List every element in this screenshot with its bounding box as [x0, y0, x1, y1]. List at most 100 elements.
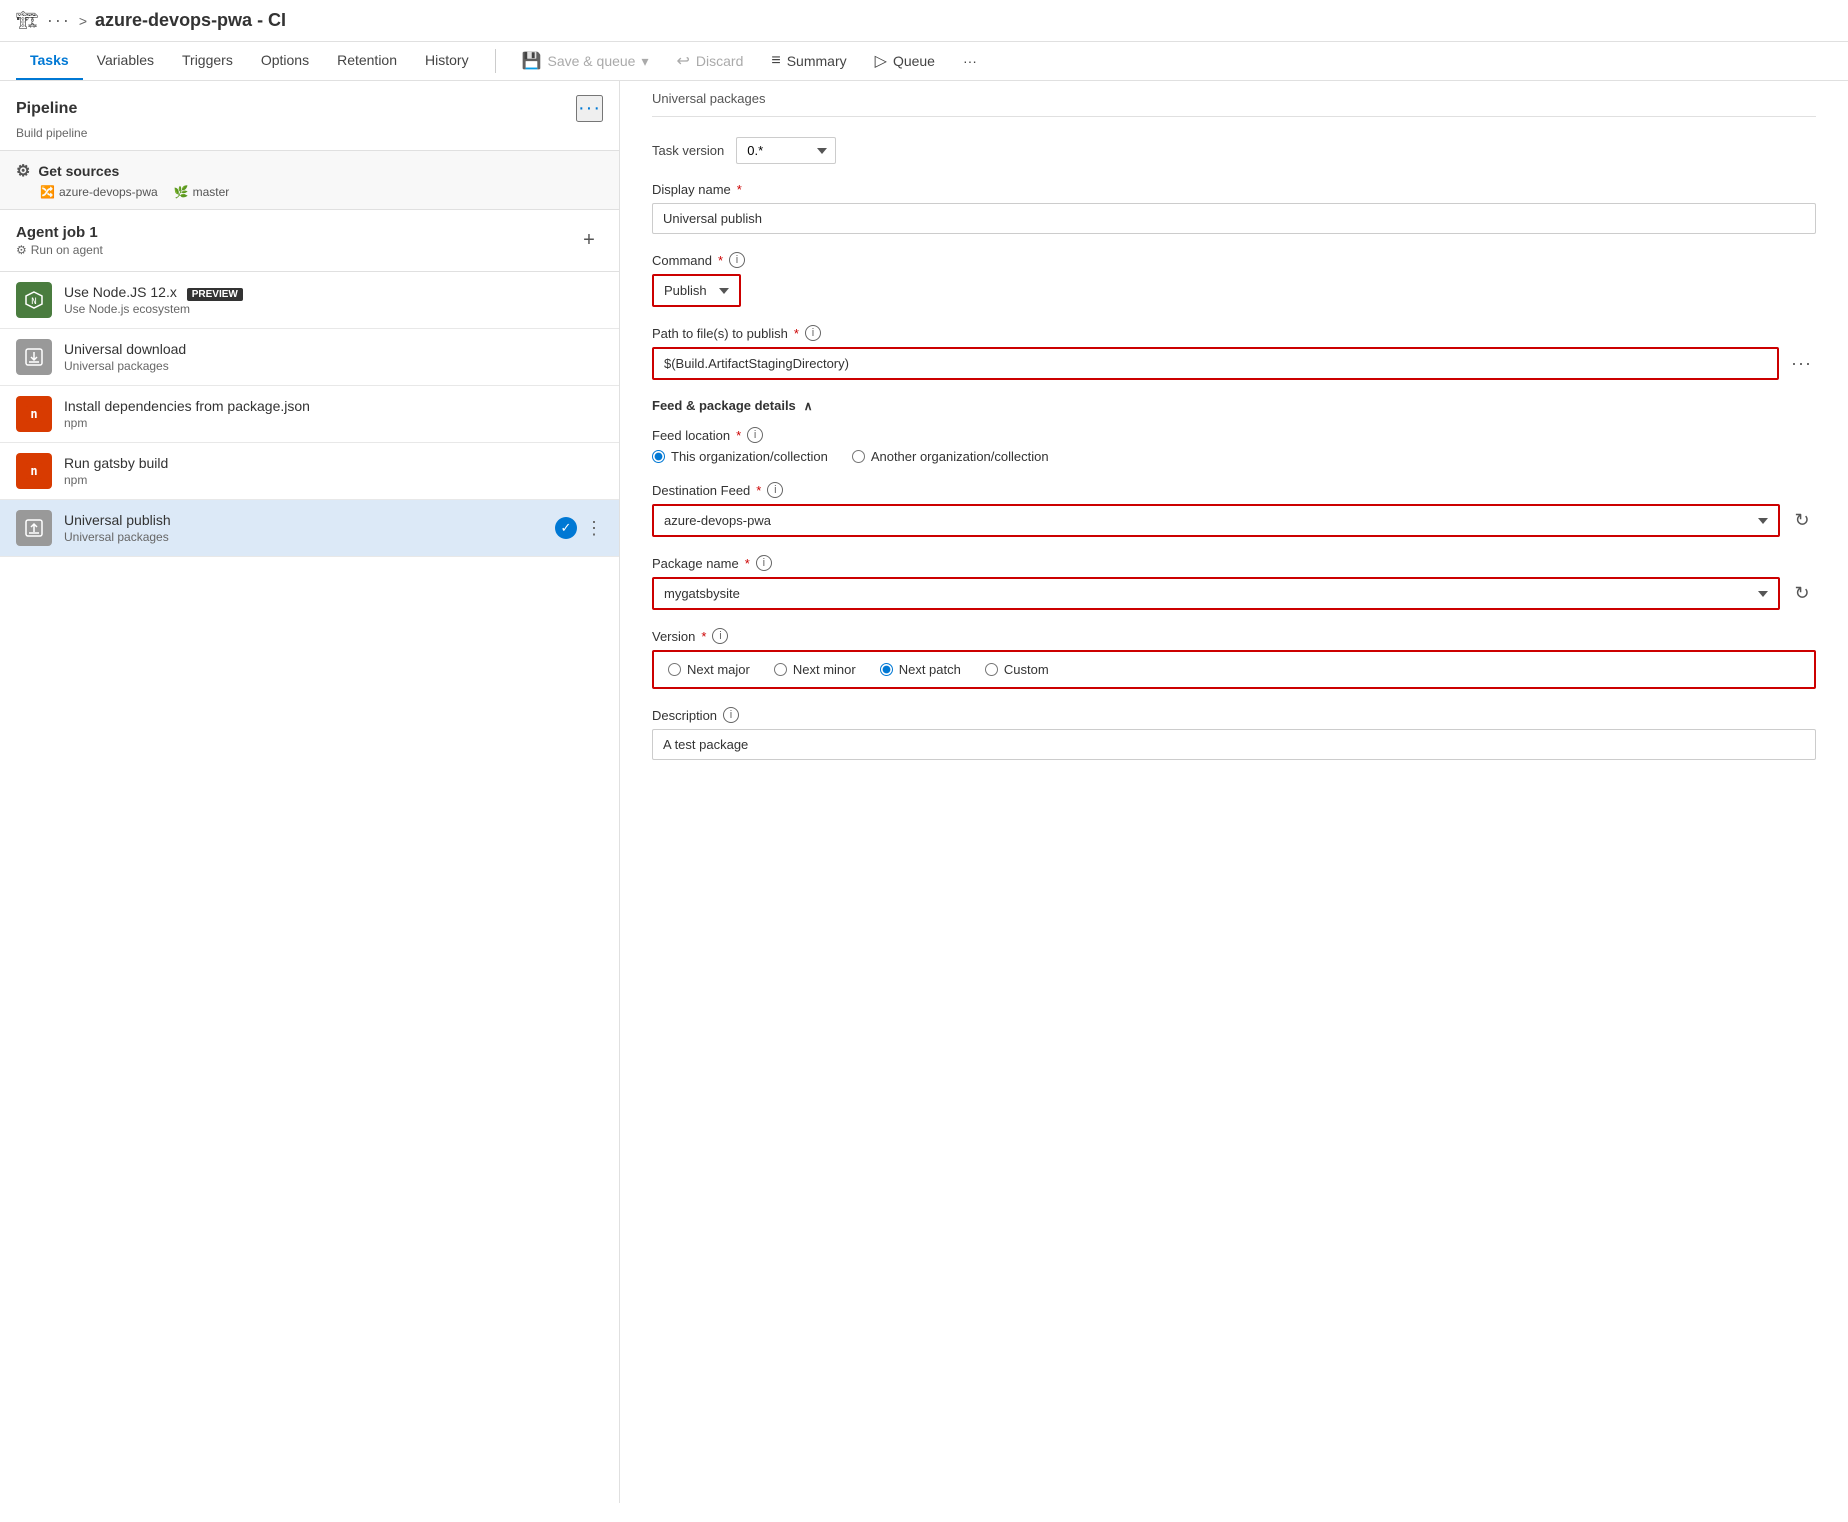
task-more-button[interactable]: ⋮ [585, 518, 603, 539]
feed-location-other-radio[interactable]: Another organization/collection [852, 449, 1049, 464]
more-actions-label: ··· [963, 53, 977, 69]
package-name-label: Package name * i [652, 555, 1816, 571]
repo-name: azure-devops-pwa [59, 185, 158, 199]
feed-location-org-radio[interactable]: This organization/collection [652, 449, 828, 464]
destination-feed-refresh-button[interactable]: ↻ [1788, 507, 1816, 535]
nodejs-name: Use Node.JS 12.x PREVIEW [64, 284, 603, 300]
collapse-icon[interactable]: ∧ [804, 399, 813, 413]
summary-button[interactable]: ≡ Summary [765, 48, 852, 74]
task-actions: ✓ ⋮ [555, 517, 603, 539]
tab-variables[interactable]: Variables [83, 42, 168, 80]
version-custom-label: Custom [1004, 662, 1049, 677]
version-next-patch-input[interactable] [880, 663, 893, 676]
tab-triggers[interactable]: Triggers [168, 42, 247, 80]
command-label: Command * i [652, 252, 1816, 268]
version-label: Version * i [652, 628, 1816, 644]
add-task-button[interactable]: + [575, 227, 603, 255]
svg-text:n: n [30, 407, 37, 421]
package-name-refresh-button[interactable]: ↻ [1788, 580, 1816, 608]
queue-icon: ▷ [875, 51, 887, 71]
feed-location-org-input[interactable] [652, 450, 665, 463]
task-item-run-gatsby[interactable]: n Run gatsby build npm [0, 443, 619, 500]
path-input-wrapper: ··· [652, 347, 1816, 380]
path-browse-button[interactable]: ··· [1787, 349, 1816, 378]
command-select[interactable]: Publish [652, 274, 741, 307]
feed-location-options: This organization/collection Another org… [652, 449, 1816, 464]
feed-location-group: Feed location * i This organization/coll… [652, 427, 1816, 464]
version-custom-input[interactable] [985, 663, 998, 676]
task-item-nodejs[interactable]: N Use Node.JS 12.x PREVIEW Use Node.js e… [0, 272, 619, 329]
tab-history[interactable]: History [411, 42, 483, 80]
destination-feed-wrapper: azure-devops-pwa ↻ [652, 504, 1816, 537]
feed-location-info-icon[interactable]: i [747, 427, 763, 443]
description-group: Description i [652, 707, 1816, 760]
version-info-icon[interactable]: i [712, 628, 728, 644]
get-sources-meta: 🔀 azure-devops-pwa 🌿 master [16, 185, 603, 199]
discard-button[interactable]: ↩ Discard [671, 47, 750, 75]
preview-badge: PREVIEW [187, 288, 243, 301]
path-label: Path to file(s) to publish * i [652, 325, 1816, 341]
more-actions-button[interactable]: ··· [957, 49, 983, 73]
discard-icon: ↩ [677, 51, 690, 71]
nodejs-icon: N [16, 282, 52, 318]
description-input[interactable] [652, 729, 1816, 760]
run-gatsby-sub: npm [64, 473, 603, 487]
destination-feed-select[interactable]: azure-devops-pwa [652, 504, 1780, 537]
task-item-universal-download[interactable]: Universal download Universal packages [0, 329, 619, 386]
nodejs-info: Use Node.JS 12.x PREVIEW Use Node.js eco… [64, 284, 603, 316]
repo-icon: 🔀 [40, 185, 55, 199]
pipeline-more-button[interactable]: ··· [576, 95, 603, 122]
version-next-major-input[interactable] [668, 663, 681, 676]
nav-tabs: Tasks Variables Triggers Options Retenti… [0, 42, 1848, 81]
task-version-row: Task version 0.* [652, 137, 1816, 164]
agent-job-section: Agent job 1 ⚙ Run on agent + [0, 210, 619, 272]
command-info-icon[interactable]: i [729, 252, 745, 268]
tab-retention[interactable]: Retention [323, 42, 411, 80]
version-next-minor-input[interactable] [774, 663, 787, 676]
command-group: Command * i Publish [652, 252, 1816, 307]
destination-feed-group: Destination Feed * i azure-devops-pwa ↻ [652, 482, 1816, 537]
save-queue-button[interactable]: 💾 Save & queue ▾ [516, 47, 655, 75]
package-name-select[interactable]: mygatsbysite [652, 577, 1780, 610]
path-info-icon[interactable]: i [805, 325, 821, 341]
version-next-minor-label: Next minor [793, 662, 856, 677]
feed-location-other-input[interactable] [852, 450, 865, 463]
destination-feed-label: Destination Feed * i [652, 482, 1816, 498]
task-item-universal-publish[interactable]: Universal publish Universal packages ✓ ⋮ [0, 500, 619, 557]
get-sources-section: ⚙ Get sources 🔀 azure-devops-pwa 🌿 maste… [0, 150, 619, 210]
pipeline-subtitle: Build pipeline [0, 126, 619, 150]
display-name-group: Display name * [652, 182, 1816, 234]
destination-feed-info-icon[interactable]: i [767, 482, 783, 498]
package-name-wrapper: mygatsbysite ↻ [652, 577, 1816, 610]
path-required: * [794, 326, 799, 341]
install-deps-icon: n [16, 396, 52, 432]
tab-tasks[interactable]: Tasks [16, 42, 83, 80]
version-next-patch-radio[interactable]: Next patch [880, 662, 961, 677]
display-name-label: Display name * [652, 182, 1816, 197]
agent-job-info: Agent job 1 ⚙ Run on agent [16, 224, 103, 257]
version-next-minor-radio[interactable]: Next minor [774, 662, 856, 677]
pipeline-header: Pipeline ··· [0, 81, 619, 126]
nav-actions: 💾 Save & queue ▾ ↩ Discard ≡ Summary ▷ Q… [516, 47, 983, 75]
universal-download-info: Universal download Universal packages [64, 341, 603, 373]
queue-label: Queue [893, 53, 935, 69]
nav-divider [495, 49, 496, 73]
filter-icon: ⚙ [16, 161, 30, 181]
run-gatsby-icon: n [16, 453, 52, 489]
tab-options[interactable]: Options [247, 42, 323, 80]
package-name-required: * [745, 556, 750, 571]
package-name-info-icon[interactable]: i [756, 555, 772, 571]
queue-button[interactable]: ▷ Queue [869, 47, 941, 75]
agent-job-title: Agent job 1 [16, 224, 103, 241]
task-version-select[interactable]: 0.* [736, 137, 836, 164]
version-custom-radio[interactable]: Custom [985, 662, 1049, 677]
top-bar-more-button[interactable]: ··· [47, 10, 71, 31]
version-next-major-radio[interactable]: Next major [668, 662, 750, 677]
path-input[interactable] [652, 347, 1779, 380]
run-gatsby-info: Run gatsby build npm [64, 455, 603, 487]
task-item-install-deps[interactable]: n Install dependencies from package.json… [0, 386, 619, 443]
description-info-icon[interactable]: i [723, 707, 739, 723]
universal-download-icon [16, 339, 52, 375]
right-panel-top-text: Universal packages [652, 81, 1816, 117]
display-name-input[interactable] [652, 203, 1816, 234]
